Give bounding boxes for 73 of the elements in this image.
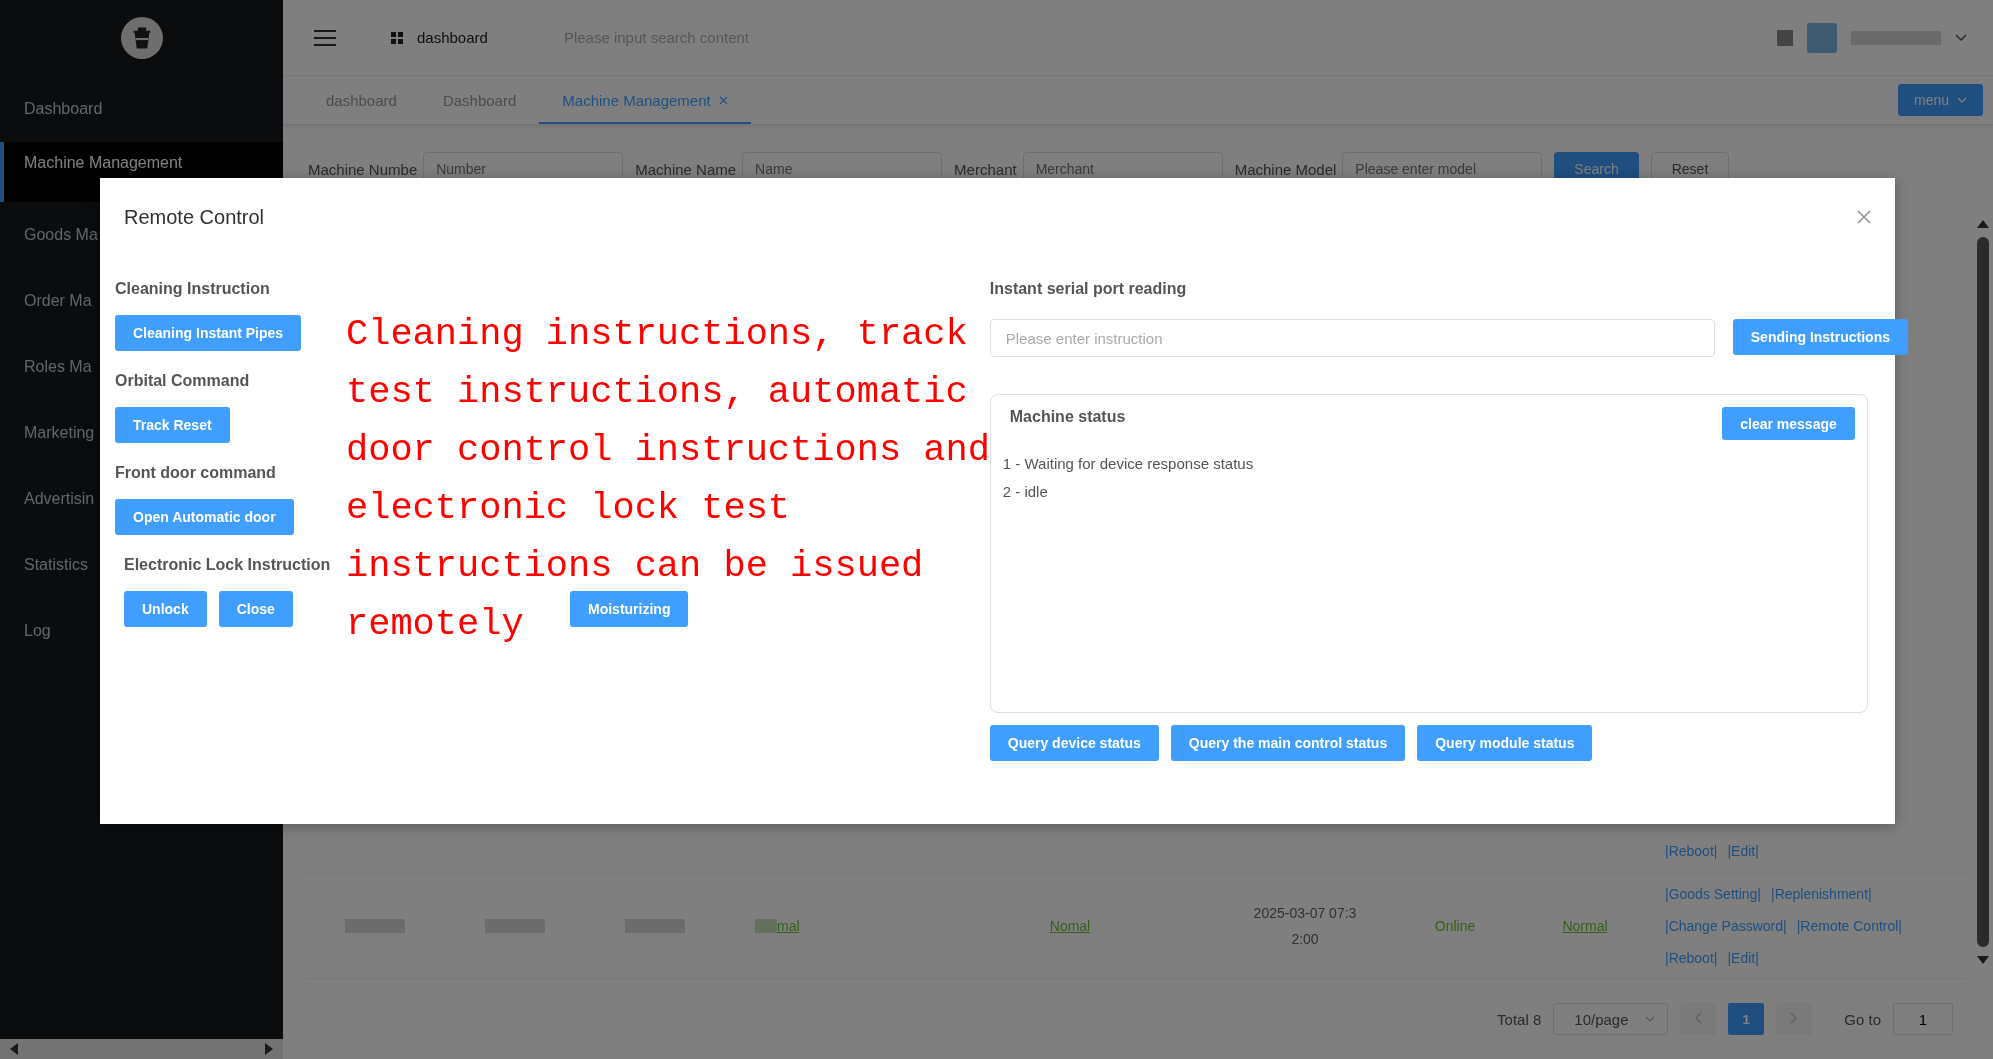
section-heading: Front door command [115,463,276,483]
tab[interactable]: Machine Management [539,78,751,124]
clear-message-button[interactable]: clear message [1722,407,1855,440]
status-message: 1 - Waiting for device response status [1002,454,1255,474]
total-count: Total 8 [1497,1010,1542,1028]
scroll-left-icon[interactable] [8,1042,20,1056]
section-heading: Orbital Command [115,371,250,391]
action-link[interactable]: |Reboot| [1665,843,1718,859]
command-button[interactable]: Cleaning Instant Pipes [115,315,302,351]
action-link[interactable]: |Edit| [1727,950,1759,966]
panel-heading: Machine status [1009,407,1126,427]
dialog-title: Remote Control [124,205,265,229]
cup-logo-icon [120,17,163,59]
horizontal-scrollbar[interactable] [0,1039,283,1059]
breadcrumb[interactable]: dashboard [417,29,488,46]
annotation-text: test instructions, automatic [346,370,968,414]
action-link[interactable]: |Goods Setting| [1665,886,1761,902]
scrollbar-thumb[interactable] [1977,237,1989,947]
next-page-button[interactable] [1776,1003,1813,1035]
status-message: 2 - idle [1002,482,1049,502]
table-link[interactable]: Normal [1562,918,1608,934]
action-link[interactable]: |Remote Control| [1796,918,1902,934]
filter-label: Machine Name [635,160,737,178]
avatar[interactable] [1807,22,1837,53]
page-number-field[interactable]: 1 [1893,1003,1953,1035]
scroll-up-icon[interactable] [1976,219,1990,229]
annotation-text: electronic lock test [346,486,791,530]
section-heading: Cleaning Instruction [115,279,270,299]
annotation-text: door control instructions and [346,428,990,472]
status-text: Online [1434,918,1476,934]
query-button[interactable]: Query module status [1417,725,1593,761]
command-button[interactable]: Moisturizing [570,591,689,627]
annotation-text: instructions can be issued [346,544,924,588]
section-heading: Electronic Lock Instruction [124,555,331,575]
send-button[interactable]: Sending Instructions [1732,319,1908,355]
close-icon[interactable] [1857,210,1871,224]
section-heading: Instant serial port reading [989,279,1187,299]
query-button[interactable]: Query device status [989,725,1159,761]
chevron-down-icon[interactable] [1955,33,1967,42]
table-link[interactable]: mal [777,918,800,934]
page-button[interactable]: 1 [1728,1003,1765,1035]
goto-label: Go to [1844,1010,1881,1028]
filter-label: Machine Numbe [308,160,418,178]
command-button[interactable]: Close [218,591,293,627]
menu-icon[interactable] [313,28,337,47]
query-button[interactable]: Query the main control status [1170,725,1406,761]
chevron-right-icon[interactable] [1790,1011,1799,1024]
instruction-field[interactable]: Please enter instruction [989,319,1715,357]
table-link[interactable]: Nomal [1049,918,1091,934]
previous-page-button[interactable] [1680,1003,1717,1035]
action-link[interactable]: |Edit| [1727,843,1759,859]
scroll-down-icon[interactable] [1976,955,1990,965]
filter-label: Machine Model [1234,160,1337,178]
blurred-text [755,919,777,933]
chevron-down-icon[interactable] [1645,1016,1656,1022]
action-link[interactable]: |Change Password| [1665,918,1787,934]
table-cell-text: 2025-03-07 07:32:00 [1252,904,1358,949]
command-button[interactable]: Open Automatic door [115,499,294,535]
blurred-icon [1777,29,1793,46]
scroll-right-icon[interactable] [263,1042,275,1056]
chevron-left-icon[interactable] [1694,1011,1703,1024]
page-size-select[interactable]: 10/page [1553,1003,1669,1035]
filter-label: Merchant [954,160,1017,178]
command-button[interactable]: Unlock [124,591,207,627]
command-button[interactable]: Track Reset [115,407,230,443]
action-link[interactable]: |Replenishment| [1771,886,1872,902]
menu-button[interactable]: menu [1897,84,1983,116]
action-link[interactable]: |Reboot| [1665,950,1718,966]
sidebar-item[interactable]: Dashboard [0,76,283,142]
annotation-text: remotely [346,602,524,646]
annotation-text: Cleaning instructions, track [346,312,968,356]
close-icon[interactable] [718,95,728,105]
grid-icon [391,31,403,44]
